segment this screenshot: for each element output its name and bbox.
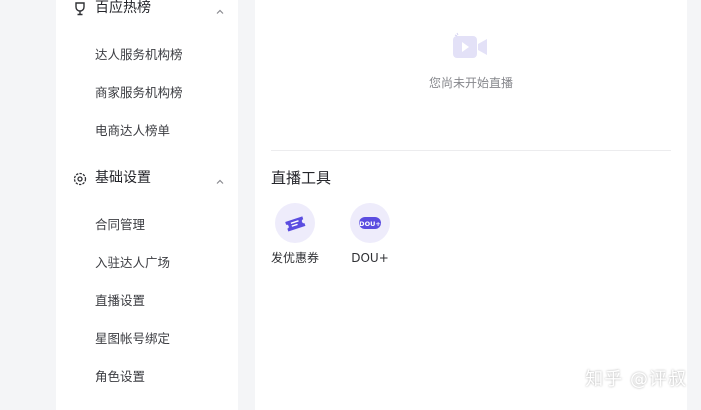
sidebar-item-talent-agency-rank[interactable]: 达人服务机构榜: [95, 46, 183, 64]
chevron-up-icon[interactable]: [214, 173, 226, 185]
coupon-icon: [285, 216, 306, 232]
gear-icon: [72, 171, 88, 187]
live-tools-title: 直播工具: [271, 169, 332, 187]
sidebar-item-role-settings[interactable]: 角色设置: [95, 368, 145, 386]
video-camera-icon: [451, 30, 489, 64]
dou-plus-badge-text: DOU+: [359, 220, 381, 228]
sidebar-item-live-settings[interactable]: 直播设置: [95, 292, 145, 310]
divider: [271, 150, 671, 151]
sidebar-item-contract-management[interactable]: 合同管理: [95, 216, 145, 234]
trophy-icon: [72, 1, 88, 17]
dou-plus-icon: DOU+: [359, 217, 381, 229]
empty-state-text: 您尚未开始直播: [428, 76, 513, 90]
watermark: 知乎 @评叔: [585, 369, 687, 390]
coupon-icon-circle[interactable]: [275, 203, 315, 243]
tool-dou-plus-button[interactable]: DOU+ DOU+: [340, 203, 400, 269]
sidebar-item-xingtu-account-binding[interactable]: 星图帐号绑定: [95, 330, 170, 348]
section-title-basic-settings: 基础设置: [95, 170, 151, 186]
section-title-hot-rank: 百应热榜: [95, 0, 151, 16]
sidebar-item-talent-plaza[interactable]: 入驻达人广场: [95, 254, 170, 272]
section-header-hot-rank[interactable]: 百应热榜: [56, 0, 238, 21]
sidebar-item-ecommerce-talent-list[interactable]: 电商达人榜单: [95, 122, 170, 140]
sidebar-item-merchant-agency-rank[interactable]: 商家服务机构榜: [95, 84, 183, 102]
tool-coupon-button[interactable]: 发优惠券: [265, 203, 325, 269]
section-header-basic-settings[interactable]: 基础设置: [56, 167, 238, 191]
dou-plus-icon-circle[interactable]: DOU+: [350, 203, 390, 243]
tool-coupon-label: 发优惠券: [270, 251, 319, 265]
sidebar: 百应热榜 达人服务机构榜 商家服务机构榜 电商达人榜单 基础设置 合同管理 入驻…: [56, 0, 238, 410]
main-panel: 您尚未开始直播 直播工具 发优惠券 DOU+ DOU+: [255, 0, 687, 410]
chevron-up-icon[interactable]: [214, 3, 226, 15]
tool-dou-plus-label: DOU+: [351, 251, 389, 265]
